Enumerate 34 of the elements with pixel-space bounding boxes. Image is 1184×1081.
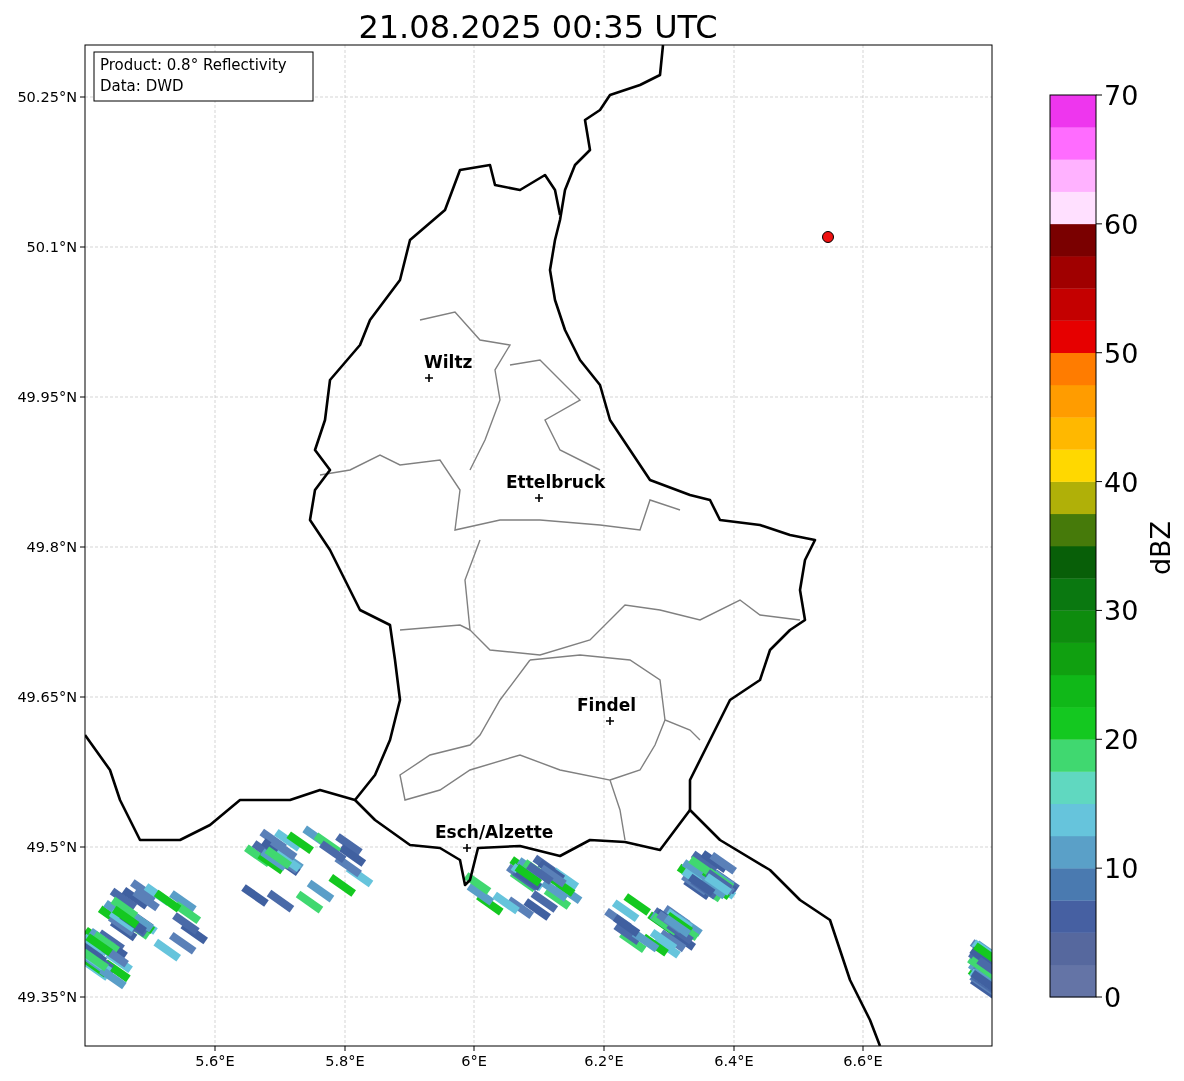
city-marker-icon	[462, 843, 472, 853]
city-label: Ettelbruck	[506, 472, 606, 492]
colorbar-tick-label: 30	[1104, 595, 1139, 627]
latitude-label: 49.65°N	[17, 689, 77, 705]
latitude-label: 49.8°N	[26, 539, 77, 555]
info-text: Product: 0.8° Reflectivity	[100, 56, 287, 74]
colorbar-tick-label: 20	[1104, 724, 1139, 756]
colorbar-tick-label: 60	[1104, 208, 1139, 240]
longitude-label: 6.4°E	[714, 1053, 754, 1069]
chart-title: 21.08.2025 00:35 UTC	[358, 8, 718, 46]
colorbar-title: dBZ	[1145, 520, 1176, 576]
latitude-label: 49.95°N	[17, 389, 77, 405]
city-marker-icon	[534, 493, 544, 503]
city-marker-icon	[605, 716, 615, 726]
longitude-label: 6.6°E	[843, 1053, 883, 1069]
city-label: Esch/Alzette	[435, 822, 554, 842]
longitude-label: 5.6°E	[195, 1053, 235, 1069]
colorbar-tick-label: 10	[1104, 853, 1139, 885]
latitude-label: 49.5°N	[26, 839, 77, 855]
latitude-label: 50.25°N	[17, 89, 77, 105]
longitude-label: 6.2°E	[584, 1053, 624, 1069]
colorbar-tick-label: 50	[1104, 337, 1139, 369]
longitude-label: 5.8°E	[325, 1053, 365, 1069]
info-text: Data: DWD	[100, 77, 184, 95]
colorbar-tick-label: 70	[1104, 80, 1139, 111]
longitude-label: 6°E	[461, 1053, 487, 1069]
latitude-label: 50.1°N	[26, 239, 77, 255]
colorbar-tick-label: 0	[1104, 982, 1122, 1013]
city-label: Findel	[577, 695, 637, 715]
latitude-label: 49.35°N	[17, 989, 77, 1005]
city-marker-icon	[424, 373, 434, 383]
city-label: Wiltz	[424, 352, 473, 372]
colorbar-tick-label: 40	[1104, 466, 1139, 498]
location-dot-icon	[822, 231, 834, 243]
